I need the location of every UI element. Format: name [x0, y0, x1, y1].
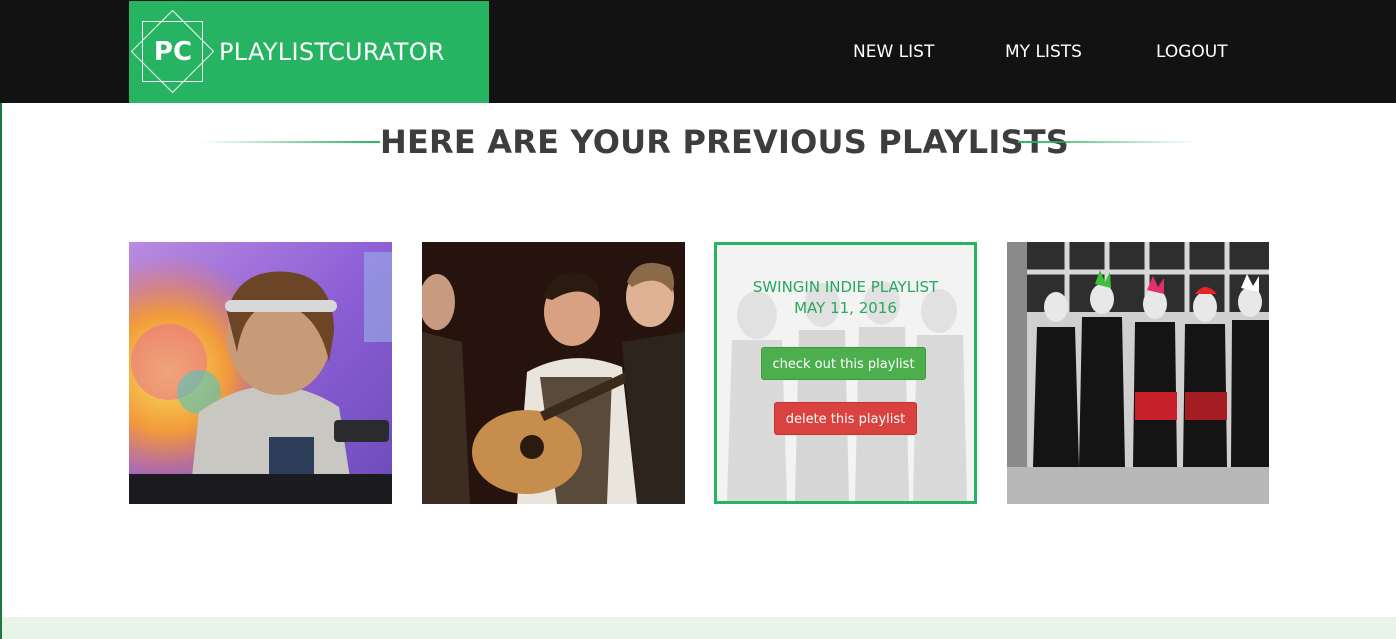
- nav-new-list-link[interactable]: NEW LIST: [853, 42, 934, 62]
- check-out-playlist-button[interactable]: check out this playlist: [761, 347, 926, 380]
- page-title: HERE ARE YOUR PREVIOUS PLAYLISTS: [380, 123, 1070, 161]
- punk-group-bw-photo: [1007, 242, 1269, 504]
- nav-logout-link[interactable]: LOGOUT: [1156, 42, 1228, 62]
- brand-home-link[interactable]: PC PLAYLISTCURATOR: [129, 1, 489, 103]
- playlist-overlay: SWINGIN INDIE PLAYLIST MAY 11, 2016 chec…: [717, 245, 974, 501]
- playlist-card-4[interactable]: [1007, 242, 1269, 504]
- playlist-title: SWINGIN INDIE PLAYLIST: [752, 278, 939, 296]
- section-heading: HERE ARE YOUR PREVIOUS PLAYLISTS: [200, 122, 1196, 162]
- brand-name: PLAYLISTCURATOR: [219, 38, 445, 66]
- brand-logo-text: PC: [153, 37, 193, 67]
- playlist-card-active[interactable]: SWINGIN INDIE PLAYLIST MAY 11, 2016 chec…: [714, 242, 977, 504]
- playlist-date: MAY 11, 2016: [794, 299, 897, 317]
- page-footer: [2, 617, 1396, 639]
- brand-logo-icon: PC: [129, 1, 217, 103]
- delete-playlist-button[interactable]: delete this playlist: [774, 402, 917, 435]
- playlist-card-2[interactable]: [422, 242, 685, 504]
- heading-divider-left: [200, 141, 380, 143]
- nav-my-lists-link[interactable]: MY LISTS: [1005, 42, 1082, 62]
- dj-headphones-photo: [129, 242, 392, 504]
- playlist-card-1[interactable]: [129, 242, 392, 504]
- top-navbar: PC PLAYLISTCURATOR NEW LIST MY LISTS LOG…: [0, 0, 1396, 103]
- heading-divider-right: [1018, 141, 1196, 143]
- folk-band-guitar-photo: [422, 242, 685, 504]
